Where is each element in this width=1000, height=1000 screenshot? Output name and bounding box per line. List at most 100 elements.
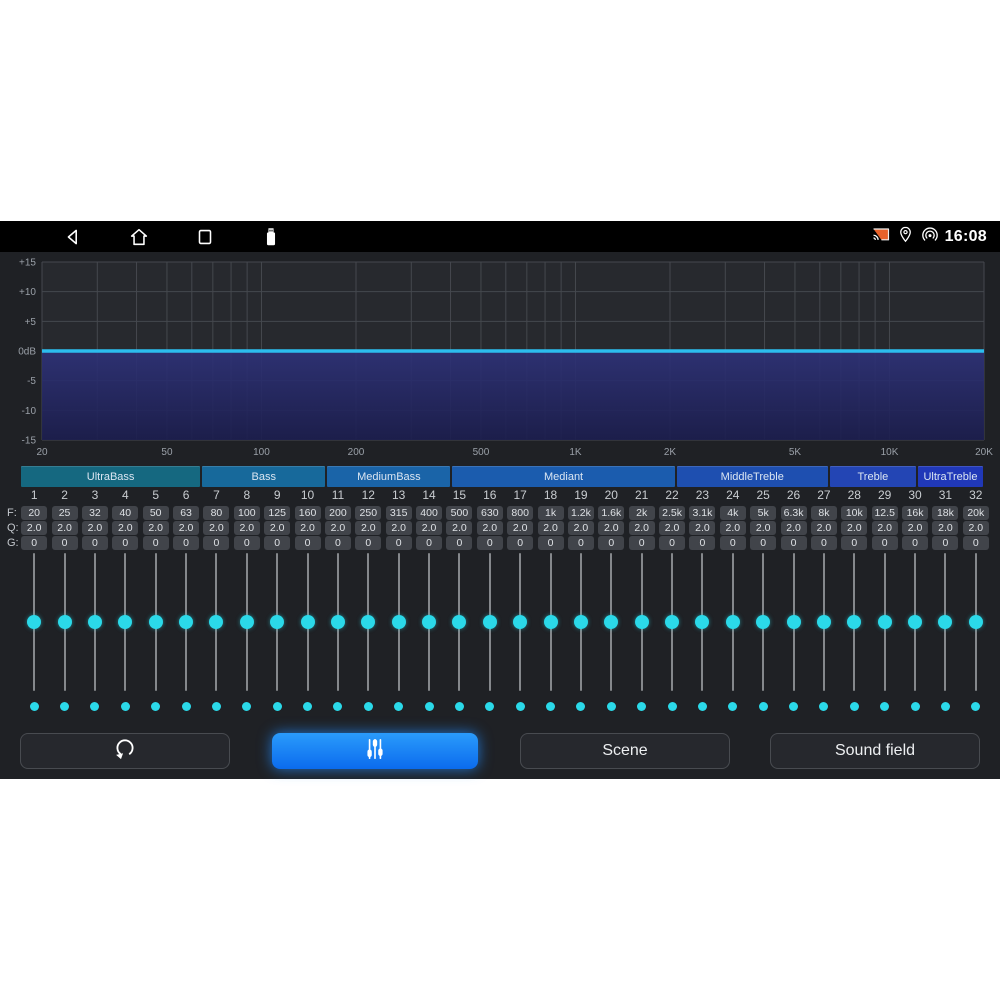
gain-slider[interactable] (930, 553, 960, 691)
slider-knob[interactable] (604, 615, 618, 629)
slider-knob[interactable] (331, 615, 345, 629)
eq-channel-13: 133152.00 (384, 488, 414, 711)
gain-value: 0 (82, 536, 108, 550)
eq-channel-4: 4402.00 (110, 488, 140, 711)
slider-knob[interactable] (787, 615, 801, 629)
channel-indicator-dot (333, 702, 342, 711)
channel-indicator-dot (576, 702, 585, 711)
slider-knob[interactable] (665, 615, 679, 629)
slider-knob[interactable] (27, 615, 41, 629)
slider-knob[interactable] (756, 615, 770, 629)
gain-slider[interactable] (353, 553, 383, 691)
gain-slider[interactable] (201, 553, 231, 691)
gain-slider[interactable] (778, 553, 808, 691)
slider-knob[interactable] (118, 615, 132, 629)
slider-knob[interactable] (240, 615, 254, 629)
eq-channel-11: 112002.00 (323, 488, 353, 711)
slider-knob[interactable] (270, 615, 284, 629)
screen: 16:08 +15+10+50dB-5-10-1520501002005001K… (0, 0, 1000, 1000)
gain-slider[interactable] (566, 553, 596, 691)
gain-value: 0 (173, 536, 199, 550)
frequency-value: 18k (932, 506, 958, 520)
gain-slider[interactable] (718, 553, 748, 691)
gain-slider[interactable] (262, 553, 292, 691)
q-value: 2.0 (507, 521, 533, 535)
gain-slider[interactable] (505, 553, 535, 691)
q-value: 2.0 (143, 521, 169, 535)
gain-value: 0 (689, 536, 715, 550)
slider-knob[interactable] (513, 615, 527, 629)
slider-knob[interactable] (969, 615, 983, 629)
q-row-label: Q: (7, 521, 19, 535)
gain-slider[interactable] (49, 553, 79, 691)
slider-knob[interactable] (361, 615, 375, 629)
scene-button[interactable]: Scene (520, 733, 730, 769)
sound-field-button[interactable]: Sound field (770, 733, 980, 769)
slider-knob[interactable] (301, 615, 315, 629)
gain-slider[interactable] (748, 553, 778, 691)
frequency-value: 1.6k (598, 506, 624, 520)
gain-slider[interactable] (292, 553, 322, 691)
slider-knob[interactable] (695, 615, 709, 629)
band-label-treble: Treble (830, 466, 916, 487)
gain-slider[interactable] (870, 553, 900, 691)
slider-knob[interactable] (938, 615, 952, 629)
slider-knob[interactable] (726, 615, 740, 629)
back-icon[interactable] (62, 226, 84, 248)
gain-slider[interactable] (535, 553, 565, 691)
frequency-value: 25 (52, 506, 78, 520)
gain-slider[interactable] (414, 553, 444, 691)
gain-slider[interactable] (627, 553, 657, 691)
gain-slider[interactable] (80, 553, 110, 691)
reset-button[interactable] (20, 733, 230, 769)
home-icon[interactable] (128, 226, 150, 248)
slider-knob[interactable] (452, 615, 466, 629)
slider-knob[interactable] (483, 615, 497, 629)
slider-knob[interactable] (88, 615, 102, 629)
channel-number: 6 (183, 488, 190, 503)
gain-slider[interactable] (596, 553, 626, 691)
slider-knob[interactable] (179, 615, 193, 629)
slider-knob[interactable] (878, 615, 892, 629)
slider-knob[interactable] (847, 615, 861, 629)
gain-slider[interactable] (232, 553, 262, 691)
slider-knob[interactable] (58, 615, 72, 629)
slider-knob[interactable] (817, 615, 831, 629)
slider-knob[interactable] (149, 615, 163, 629)
band-label-mediant: Mediant (452, 466, 674, 487)
gain-slider[interactable] (475, 553, 505, 691)
slider-knob[interactable] (544, 615, 558, 629)
q-value: 2.0 (598, 521, 624, 535)
slider-knob[interactable] (908, 615, 922, 629)
equalizer-button[interactable] (272, 733, 478, 769)
gain-slider[interactable] (444, 553, 474, 691)
gain-slider[interactable] (384, 553, 414, 691)
channel-number: 19 (574, 488, 587, 503)
slider-knob[interactable] (392, 615, 406, 629)
gain-slider[interactable] (19, 553, 49, 691)
slider-knob[interactable] (574, 615, 588, 629)
slider-knob[interactable] (635, 615, 649, 629)
slider-knob[interactable] (209, 615, 223, 629)
gain-slider[interactable] (171, 553, 201, 691)
gain-slider[interactable] (657, 553, 687, 691)
gain-slider[interactable] (110, 553, 140, 691)
row-labels: F: Q: G: (7, 506, 19, 551)
slider-knob[interactable] (422, 615, 436, 629)
gain-slider[interactable] (839, 553, 869, 691)
q-value: 2.0 (295, 521, 321, 535)
frequency-row-label: F: (7, 506, 19, 520)
gain-slider[interactable] (961, 553, 991, 691)
svg-text:+10: +10 (19, 287, 36, 298)
gain-slider[interactable] (687, 553, 717, 691)
gain-slider[interactable] (900, 553, 930, 691)
gain-slider[interactable] (809, 553, 839, 691)
recents-icon[interactable] (194, 226, 216, 248)
eq-channel-27: 278k2.00 (809, 488, 839, 711)
gain-value: 0 (629, 536, 655, 550)
gain-slider[interactable] (323, 553, 353, 691)
frequency-value: 250 (355, 506, 381, 520)
gain-slider[interactable] (141, 553, 171, 691)
cast-icon (871, 224, 891, 249)
band-label-ultrabass: UltraBass (21, 466, 200, 487)
